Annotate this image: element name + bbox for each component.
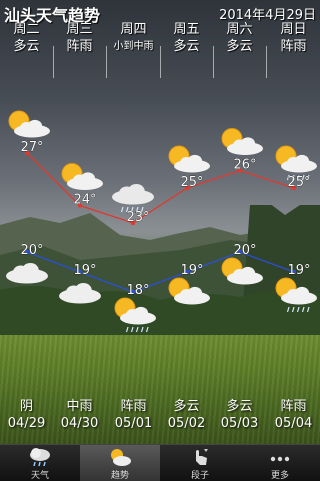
sun-rain-icon bbox=[114, 297, 156, 333]
high-temp-label: 25° bbox=[287, 175, 310, 190]
date-label: 04/30 bbox=[60, 416, 99, 431]
high-temp-label: 25° bbox=[180, 175, 203, 190]
cloud-icon bbox=[6, 262, 48, 284]
tab-label: 天气 bbox=[30, 471, 49, 481]
bottom-condition: 阴 bbox=[19, 399, 33, 414]
tab-label: 趋势 bbox=[110, 471, 129, 481]
date-column-3: 阵雨 05/01 bbox=[107, 398, 160, 432]
tab-label: 更多 bbox=[270, 471, 289, 481]
low-temp-label: 20° bbox=[233, 243, 256, 258]
date-column-6: 阵雨 05/04 bbox=[267, 398, 320, 432]
sun-rain-icon bbox=[275, 277, 317, 313]
tab-weather[interactable]: 天气 bbox=[0, 445, 80, 481]
bottom-condition: 多云 bbox=[226, 399, 253, 414]
date-label: 05/03 bbox=[220, 416, 259, 431]
low-temp-label: 19° bbox=[180, 263, 203, 278]
sun-cloud-icon bbox=[8, 110, 50, 138]
high-temp-label: 23° bbox=[126, 210, 149, 225]
sun-cloud-icon bbox=[168, 277, 210, 305]
low-temp-label: 18° bbox=[126, 283, 149, 298]
date-column-5: 多云 05/03 bbox=[213, 398, 266, 432]
cloud-icon bbox=[59, 282, 101, 304]
bottom-condition: 中雨 bbox=[66, 399, 93, 414]
bottom-condition: 多云 bbox=[173, 399, 200, 414]
more-dots-icon bbox=[270, 456, 290, 462]
sun-cloud-icon bbox=[221, 128, 263, 155]
hand-pointer-icon bbox=[196, 449, 208, 465]
tab-trend[interactable]: 趋势 bbox=[80, 445, 160, 481]
date-column-2: 中雨 04/30 bbox=[53, 398, 106, 432]
low-temp-label: 19° bbox=[73, 263, 96, 278]
tab-label: 段子 bbox=[190, 471, 209, 481]
high-temp-label: 27° bbox=[20, 140, 43, 155]
sun-cloud-icon bbox=[221, 257, 263, 285]
low-temp-label: 20° bbox=[20, 243, 43, 258]
sun-cloud-icon bbox=[168, 145, 210, 173]
tab-jokes[interactable]: 段子 bbox=[160, 445, 240, 481]
date-column-1: 阴 04/29 bbox=[0, 398, 53, 432]
date-label: 05/04 bbox=[274, 416, 313, 431]
high-temp-label: 24° bbox=[73, 193, 96, 208]
low-temp-label: 19° bbox=[287, 263, 310, 278]
temperature-trend-chart: 27° 20° 24° 19° 23° 18° 25° 19° 26° 20° 25° 19° bbox=[6, 110, 317, 333]
sun-cloud-icon bbox=[111, 449, 131, 466]
date-column-4: 多云 05/02 bbox=[160, 398, 213, 432]
forecast-dates-row: 阴 04/29 中雨 04/30 阵雨 05/01 多云 05/02 多云 05… bbox=[0, 398, 320, 434]
date-label: 05/02 bbox=[167, 416, 206, 431]
tab-more[interactable]: 更多 bbox=[240, 445, 320, 481]
rain-cloud-icon bbox=[112, 183, 154, 213]
date-label: 05/01 bbox=[114, 416, 153, 431]
sun-cloud-icon bbox=[61, 163, 103, 190]
bottom-condition: 阵雨 bbox=[280, 399, 307, 414]
high-temp-label: 26° bbox=[233, 158, 256, 173]
cloud-rain-icon bbox=[30, 448, 50, 467]
bottom-tab-bar: 天气 趋势 段子 更多 bbox=[0, 444, 320, 481]
bottom-condition: 阵雨 bbox=[120, 399, 147, 414]
date-label: 04/29 bbox=[7, 416, 46, 431]
